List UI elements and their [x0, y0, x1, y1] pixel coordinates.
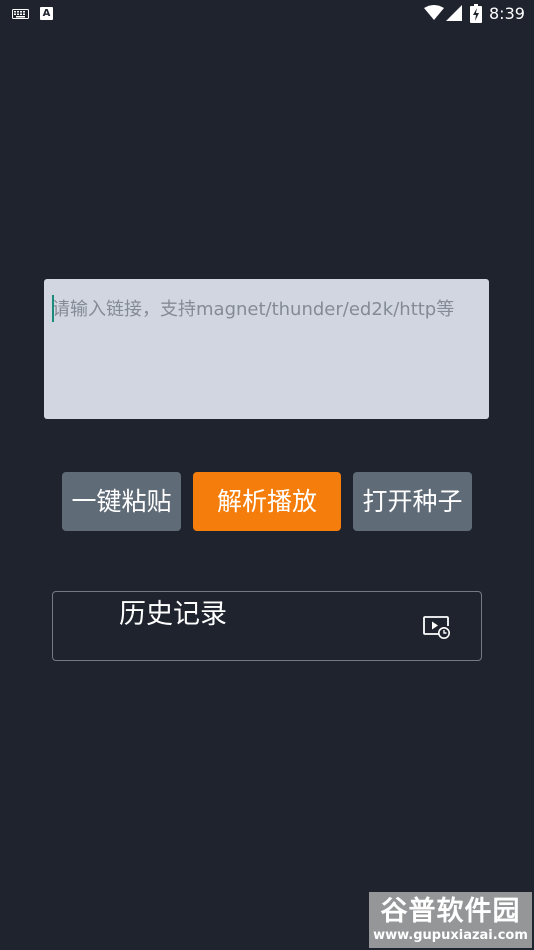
cell-signal-icon — [446, 5, 462, 21]
text-cursor — [52, 295, 54, 322]
keyboard-icon — [12, 9, 29, 19]
paste-button[interactable]: 一键粘贴 — [62, 472, 181, 531]
open-torrent-button[interactable]: 打开种子 — [353, 472, 472, 531]
link-input[interactable] — [44, 279, 489, 419]
status-bar: A 8:39 — [0, 0, 534, 28]
text-a-icon: A — [40, 7, 53, 20]
history-button[interactable]: 历史记录 — [52, 591, 482, 661]
clock: 8:39 — [489, 4, 525, 23]
battery-charging-icon — [470, 4, 482, 23]
history-label: 历史记录 — [119, 599, 227, 630]
watermark: 谷普软件园 www.gupuxiazai.com — [369, 892, 532, 948]
wifi-icon — [424, 5, 444, 20]
watermark-title: 谷普软件园 — [380, 896, 521, 927]
parse-play-button[interactable]: 解析播放 — [193, 472, 341, 531]
video-history-icon — [423, 616, 450, 639]
link-input-container — [44, 279, 489, 419]
watermark-url: www.gupuxiazai.com — [373, 928, 528, 943]
